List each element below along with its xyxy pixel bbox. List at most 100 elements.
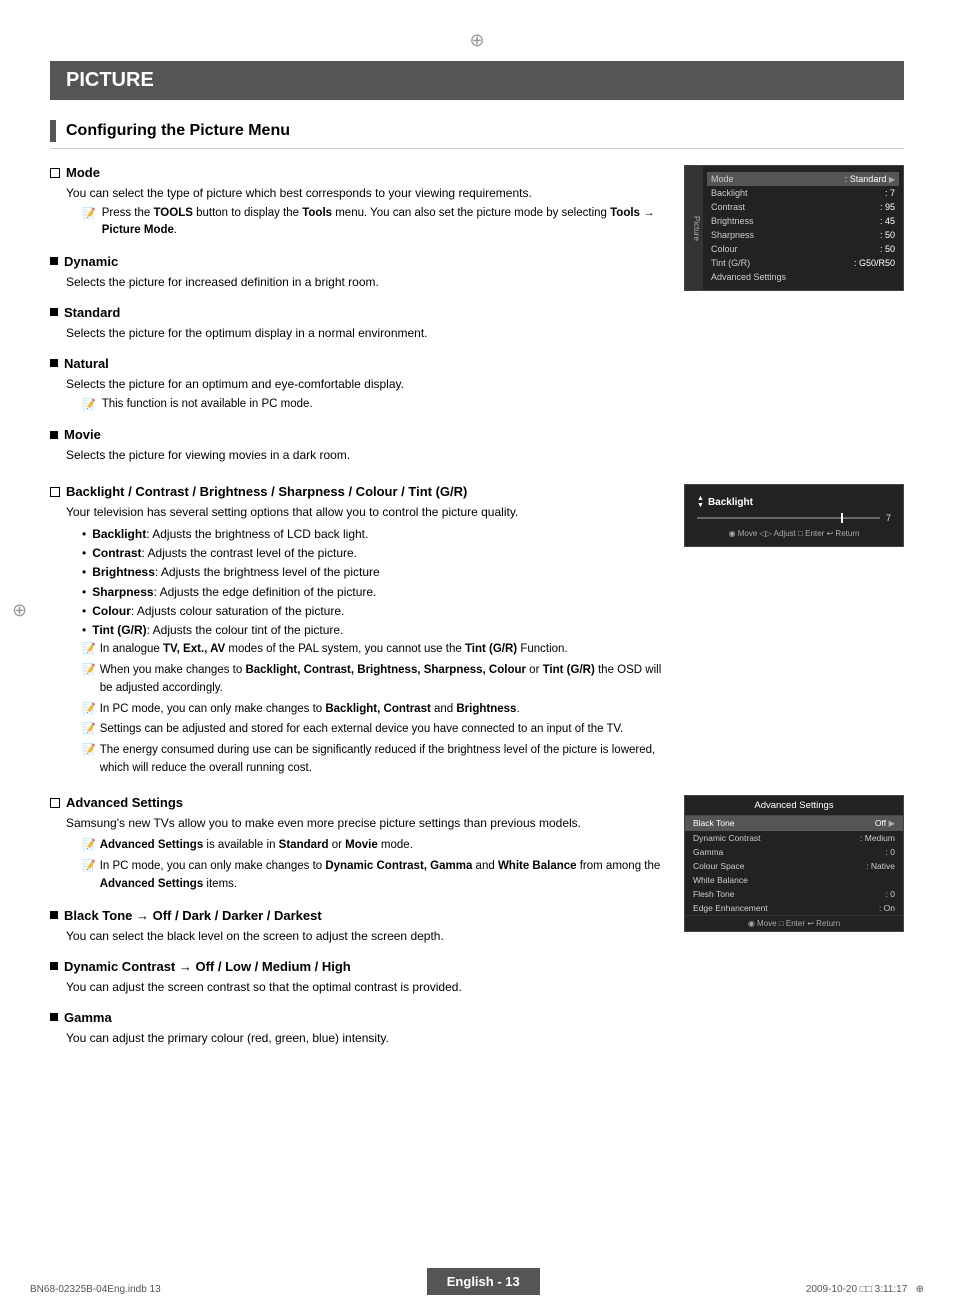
bullet-sharpness: Sharpness: Adjusts the edge definition o…: [82, 583, 664, 602]
slider-bar-row: 7: [697, 513, 891, 523]
left-cross-decoration: ⊕: [12, 600, 27, 621]
movie-heading: Movie: [50, 427, 664, 442]
advanced-settings-col: Advanced Settings Black Tone Off ▶ Dynam…: [684, 795, 904, 1060]
dynamic-heading: Dynamic: [50, 254, 664, 269]
natural-heading: Natural: [50, 356, 664, 371]
slider-title-row: ▲ ▼ Backlight: [697, 495, 891, 509]
adv-row-black-tone: Black Tone Off ▶: [685, 816, 903, 831]
advanced-section: Advanced Settings Samsung's new TVs allo…: [50, 795, 904, 1060]
bullet-tint: Tint (G/R): Adjusts the colour tint of t…: [82, 621, 664, 640]
advanced-settings-screenshot: Advanced Settings Black Tone Off ▶ Dynam…: [684, 795, 904, 932]
note-energy: 📝 The energy consumed during use can be …: [82, 741, 664, 778]
tv-menu-inner: Picture Mode : Standard ▶ Backlight : 7 …: [685, 166, 903, 290]
topic-dynamic: Dynamic Selects the picture for increase…: [50, 254, 664, 291]
tv-menu-sidebar: Picture: [685, 166, 703, 290]
tv-menu-sharpness: Sharpness : 50: [711, 228, 895, 242]
backlight-text-col: Backlight / Contrast / Brightness / Shar…: [50, 484, 664, 791]
backlight-section: Backlight / Contrast / Brightness / Shar…: [50, 484, 904, 791]
dynamic-contrast-heading: Dynamic Contrast → Off / Low / Medium / …: [50, 959, 664, 974]
standard-body: Selects the picture for the optimum disp…: [66, 324, 664, 342]
mode-note: 📝 Press the TOOLS button to display the …: [82, 205, 664, 240]
natural-body: Selects the picture for an optimum and e…: [66, 375, 664, 414]
tv-menu-brightness: Brightness : 45: [711, 214, 895, 228]
adv-row-white-balance: White Balance: [685, 873, 903, 887]
mode-body: You can select the type of picture which…: [66, 184, 664, 240]
mode-heading: Mode: [50, 165, 664, 180]
page-title: PICTURE: [50, 61, 904, 100]
topic-standard: Standard Selects the picture for the opt…: [50, 305, 664, 342]
square-icon-natural: [50, 359, 58, 367]
topic-advanced: Advanced Settings Samsung's new TVs allo…: [50, 795, 664, 893]
adv-row-edge: Edge Enhancement : On: [685, 901, 903, 915]
square-icon-gamma: [50, 1013, 58, 1021]
square-icon-movie: [50, 431, 58, 439]
note-icon-natural: 📝: [82, 397, 96, 414]
gamma-heading: Gamma: [50, 1010, 664, 1025]
tv-menu-backlight: Backlight : 7: [711, 186, 895, 200]
tv-menu-mode-row: Mode : Standard ▶: [707, 172, 899, 186]
black-tone-body: You can select the black level on the sc…: [66, 927, 664, 945]
square-icon-standard: [50, 308, 58, 316]
bullet-contrast: Contrast: Adjusts the contrast level of …: [82, 544, 664, 563]
backlight-slider-col: ▲ ▼ Backlight 7 ◉ Move ◁▷ Adjust □ Enter…: [684, 484, 904, 791]
top-cross-decoration: ⊕: [50, 30, 904, 51]
topic-natural: Natural Selects the picture for an optim…: [50, 356, 664, 414]
footer-center: English - 13: [161, 1268, 806, 1295]
page-container: ⊕ PICTURE Configuring the Picture Menu M…: [0, 0, 954, 1315]
bullet-colour: Colour: Adjusts colour saturation of the…: [82, 602, 664, 621]
advanced-notes: 📝 Advanced Settings is available in Stan…: [82, 836, 664, 893]
adv-row-gamma: Gamma : 0: [685, 845, 903, 859]
section-title: Configuring the Picture Menu: [50, 120, 904, 149]
topic-mode: Mode You can select the type of picture …: [50, 165, 664, 240]
dynamic-contrast-body: You can adjust the screen contrast so th…: [66, 978, 664, 996]
slider-arrows: ▲ ▼: [697, 495, 704, 509]
backlight-body: Your television has several setting opti…: [66, 503, 664, 777]
page-footer: BN68-02325B-04Eng.indb 13 English - 13 2…: [0, 1268, 954, 1295]
topic-gamma: Gamma You can adjust the primary colour …: [50, 1010, 664, 1047]
square-icon-black-tone: [50, 911, 58, 919]
text-column: Mode You can select the type of picture …: [50, 165, 664, 478]
dynamic-body: Selects the picture for increased defini…: [66, 273, 664, 291]
slider-thumb: [841, 513, 843, 523]
topic-movie: Movie Selects the picture for viewing mo…: [50, 427, 664, 464]
square-icon-dynamic-contrast: [50, 962, 58, 970]
tv-menu-tint: Tint (G/R) : G50/R50: [711, 256, 895, 270]
tv-menu-contrast: Contrast : 95: [711, 200, 895, 214]
checkbox-icon-advanced: [50, 798, 60, 808]
standard-heading: Standard: [50, 305, 664, 320]
bullet-brightness: Brightness: Adjusts the brightness level…: [82, 563, 664, 582]
content-area: Mode You can select the type of picture …: [50, 165, 904, 478]
tv-menu-advanced: Advanced Settings: [711, 270, 895, 284]
note-standard-movie: 📝 Advanced Settings is available in Stan…: [82, 836, 664, 855]
section-title-text: Configuring the Picture Menu: [66, 122, 290, 140]
backlight-bullets: Backlight: Adjusts the brightness of LCD…: [82, 525, 664, 640]
topic-backlight: Backlight / Contrast / Brightness / Shar…: [50, 484, 664, 777]
gamma-body: You can adjust the primary colour (red, …: [66, 1029, 664, 1047]
backlight-heading: Backlight / Contrast / Brightness / Shar…: [50, 484, 664, 499]
advanced-heading: Advanced Settings: [50, 795, 664, 810]
footer-badge: English - 13: [427, 1268, 540, 1295]
advanced-body: Samsung's new TVs allow you to make even…: [66, 814, 664, 893]
slider-value: 7: [886, 513, 891, 523]
advanced-settings-footer: ◉ Move □ Enter ↩ Return: [685, 915, 903, 931]
footer-right: 2009-10-20 □□ 3:11:17 ⊕: [806, 1284, 924, 1295]
tv-menu-colour: Colour : 50: [711, 242, 895, 256]
note-pc-advanced: 📝 In PC mode, you can only make changes …: [82, 857, 664, 894]
slider-footer: ◉ Move ◁▷ Adjust □ Enter ↩ Return: [697, 529, 891, 538]
adv-row-dynamic-contrast: Dynamic Contrast : Medium: [685, 831, 903, 845]
bullet-backlight: Backlight: Adjusts the brightness of LCD…: [82, 525, 664, 544]
slider-bar: [697, 517, 880, 519]
adv-row-colour-space: Colour Space : Native: [685, 859, 903, 873]
image-column-top: Picture Mode : Standard ▶ Backlight : 7 …: [684, 165, 904, 478]
checkbox-icon-mode: [50, 168, 60, 178]
backlight-notes: 📝 In analogue TV, Ext., AV modes of the …: [82, 640, 664, 777]
tv-menu-content: Mode : Standard ▶ Backlight : 7 Contrast…: [703, 166, 903, 290]
note-icon: 📝: [82, 206, 96, 223]
section-title-bar: [50, 120, 56, 142]
tv-menu-screenshot: Picture Mode : Standard ▶ Backlight : 7 …: [684, 165, 904, 291]
black-tone-heading: Black Tone → Off / Dark / Darker / Darke…: [50, 908, 664, 923]
topic-dynamic-contrast: Dynamic Contrast → Off / Low / Medium / …: [50, 959, 664, 996]
square-icon-dynamic: [50, 257, 58, 265]
checkbox-icon-backlight: [50, 487, 60, 497]
slider-title: Backlight: [708, 497, 753, 508]
